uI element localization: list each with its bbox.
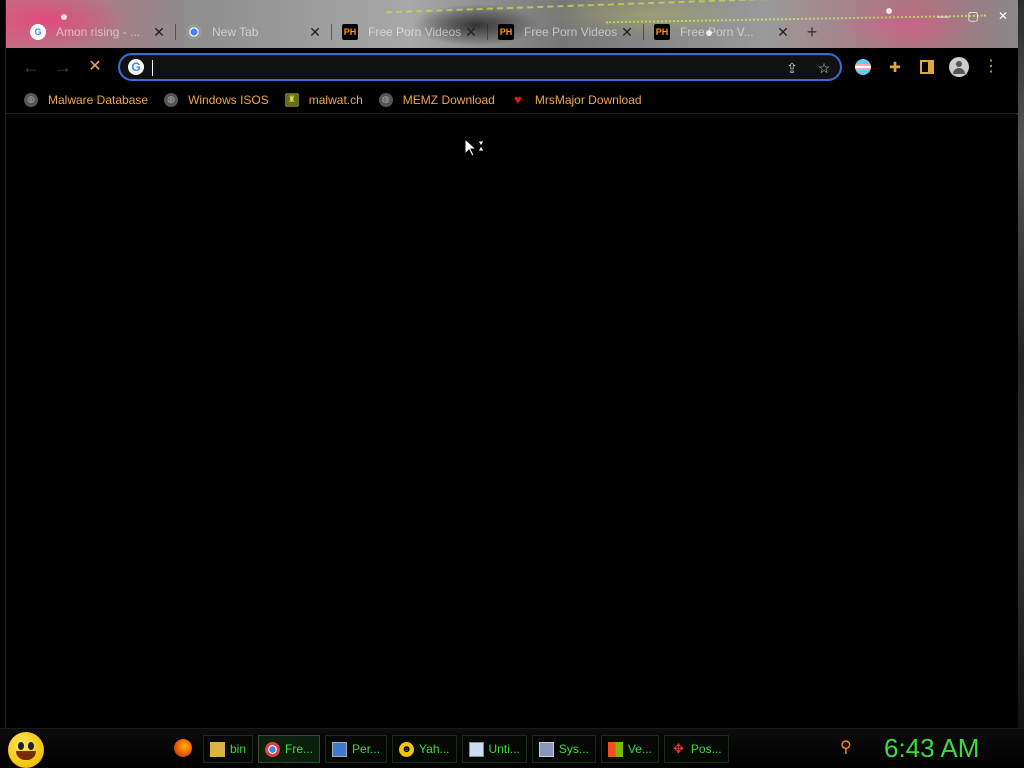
- folder-icon: [210, 741, 225, 757]
- share-icon[interactable]: ⇪: [782, 58, 802, 78]
- forward-arrow-icon[interactable]: →: [52, 56, 74, 78]
- tab-strip: G Amon rising - ... ✕ New Tab ✕ PH Free …: [6, 0, 1018, 48]
- bookmark-mrsmajor-download[interactable]: ♥ MrsMajor Download: [511, 92, 642, 107]
- task-buttons: bin Fre... Per... ☻ Yah... Unti... Sys..…: [203, 735, 734, 763]
- windows-icon: [607, 741, 623, 757]
- task-untitled[interactable]: Unti...: [461, 735, 527, 763]
- task-label: Per...: [352, 742, 381, 756]
- bookmark-label: malwat.ch: [308, 92, 363, 107]
- close-tab-icon[interactable]: ✕: [464, 25, 478, 39]
- bookmark-label: MEMZ Download: [402, 92, 495, 107]
- task-label: Ve...: [627, 742, 652, 756]
- maximize-button[interactable]: ▢: [958, 8, 988, 24]
- pornhub-icon: PH: [342, 24, 358, 40]
- notepad-icon: [468, 741, 484, 757]
- postcard-icon: ✥: [672, 741, 684, 756]
- chrome-icon: [186, 24, 202, 40]
- url-input[interactable]: [150, 57, 750, 77]
- pornhub-icon: PH: [654, 24, 670, 40]
- clock[interactable]: 6:43 AM: [884, 733, 979, 764]
- close-window-button[interactable]: ✕: [988, 8, 1018, 24]
- monitor-icon: [332, 741, 348, 757]
- task-system[interactable]: Sys...: [531, 735, 596, 763]
- globe-icon: ◍: [164, 92, 179, 107]
- bookmark-star-icon[interactable]: ☆: [814, 58, 834, 78]
- close-tab-icon[interactable]: ✕: [308, 25, 322, 39]
- tab-new-tab[interactable]: New Tab ✕: [176, 18, 332, 46]
- google-icon: G: [128, 59, 144, 75]
- task-label: Fre...: [285, 742, 314, 756]
- close-tab-icon[interactable]: ✕: [776, 25, 790, 39]
- tab-title: Free Porn Videos: [368, 25, 462, 39]
- system-icon: [538, 741, 554, 757]
- desktop: G Amon rising - ... ✕ New Tab ✕ PH Free …: [0, 0, 1024, 768]
- task-label: Unti...: [488, 742, 520, 756]
- profile-flag-icon[interactable]: [852, 56, 874, 78]
- heart-icon: ♥: [513, 92, 522, 107]
- bookmark-memz-download[interactable]: ◍ MEMZ Download: [378, 92, 495, 107]
- profile-avatar-icon[interactable]: [948, 56, 970, 78]
- minimize-button[interactable]: —: [928, 8, 958, 24]
- paint-splat: [886, 8, 892, 14]
- task-chrome[interactable]: Fre...: [258, 735, 321, 763]
- bookmark-malware-database[interactable]: ◍ Malware Database: [24, 92, 149, 107]
- busy-cursor-icon: [464, 137, 488, 163]
- tab-free-videos-2[interactable]: PH Free Porn Videos ✕: [488, 18, 644, 46]
- tab-free-videos-1[interactable]: PH Free Porn Videos ✕: [332, 18, 488, 46]
- back-arrow-icon[interactable]: ←: [20, 56, 42, 78]
- address-bar[interactable]: G ⇪ ☆: [118, 53, 842, 81]
- text-caret: [152, 60, 153, 76]
- task-performance[interactable]: Per...: [325, 735, 388, 763]
- bookmarks-bar: ◍ Malware Database ◍ Windows ISOS ♜ malw…: [6, 86, 1018, 114]
- stop-loading-icon[interactable]: ✕: [84, 56, 106, 78]
- start-button[interactable]: [8, 732, 46, 768]
- side-panel-icon[interactable]: [916, 56, 938, 78]
- chrome-icon: [265, 741, 281, 757]
- close-tab-icon[interactable]: ✕: [620, 25, 634, 39]
- tab-free-videos-3[interactable]: PH Free Porn V... ✕: [644, 18, 800, 46]
- task-postcard[interactable]: ✥ Pos...: [663, 735, 729, 763]
- bookmark-label: Malware Database: [48, 92, 149, 107]
- tabs: G Amon rising - ... ✕ New Tab ✕ PH Free …: [20, 18, 824, 46]
- close-tab-icon[interactable]: ✕: [152, 25, 166, 39]
- globe-icon: ◍: [378, 92, 393, 107]
- browser-window: G Amon rising - ... ✕ New Tab ✕ PH Free …: [5, 0, 1018, 728]
- smiley-start-icon: [8, 732, 44, 768]
- extensions-puzzle-icon[interactable]: ✚: [884, 56, 906, 78]
- bookmark-malwatch[interactable]: ♜ malwat.ch: [284, 92, 363, 107]
- task-label: Sys...: [558, 742, 589, 756]
- task-label: bin: [230, 742, 247, 756]
- globe-icon: ◍: [24, 92, 38, 107]
- task-bin[interactable]: bin: [203, 735, 254, 763]
- task-label: Yah...: [419, 742, 450, 756]
- new-tab-button[interactable]: +: [800, 18, 824, 46]
- smiley-icon: ☻: [399, 741, 415, 757]
- window-controls: — ▢ ✕: [928, 8, 1018, 24]
- pornhub-icon: PH: [498, 24, 514, 40]
- google-icon: G: [30, 24, 46, 40]
- bookmark-label: Windows ISOS: [188, 92, 269, 107]
- task-version[interactable]: Ve...: [600, 735, 659, 763]
- tab-title: Free Porn V...: [680, 25, 754, 39]
- browser-toolbar: ← → ✕ G ⇪ ☆ ✚ ⋮: [6, 48, 1018, 86]
- tab-amon-rising[interactable]: G Amon rising - ... ✕: [20, 18, 176, 46]
- taskbar: bin Fre... Per... ☻ Yah... Unti... Sys..…: [0, 728, 1024, 768]
- search-icon[interactable]: ⚲: [840, 739, 858, 757]
- tab-title: New Tab: [212, 25, 259, 39]
- task-yahoo[interactable]: ☻ Yah...: [392, 735, 457, 763]
- tab-title: Amon rising - ...: [56, 25, 141, 39]
- firefox-icon[interactable]: [174, 739, 192, 757]
- bookmark-windows-isos[interactable]: ◍ Windows ISOS: [164, 92, 269, 107]
- page-content[interactable]: [6, 115, 1018, 728]
- task-label: Pos...: [690, 742, 722, 756]
- malwatch-icon: ♜: [284, 92, 299, 107]
- bookmark-label: MrsMajor Download: [534, 92, 642, 107]
- tab-title: Free Porn Videos: [524, 25, 618, 39]
- menu-kebab-icon[interactable]: ⋮: [980, 56, 1002, 78]
